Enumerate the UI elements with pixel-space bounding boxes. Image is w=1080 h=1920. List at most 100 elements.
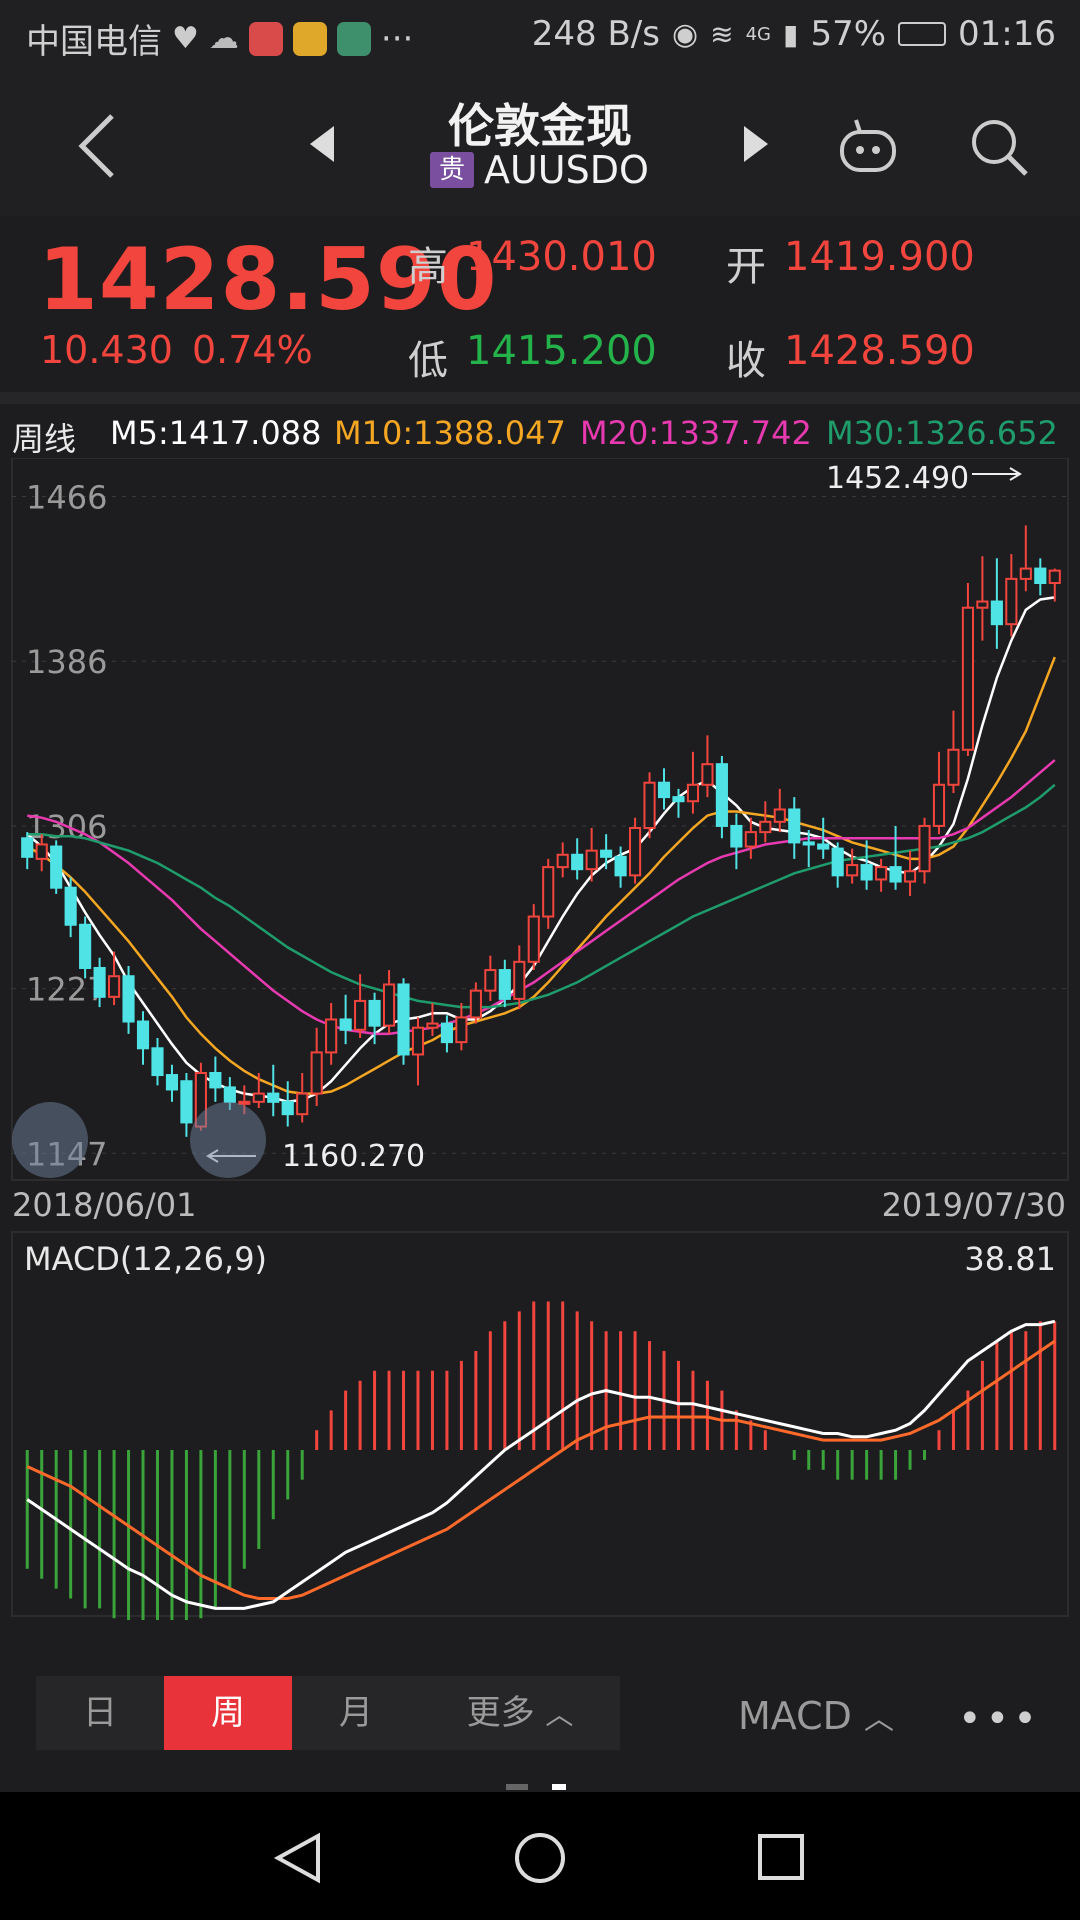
weibo-icon xyxy=(248,21,283,56)
candlestick-chart[interactable]: 146613861306122711471452.4901160.270 xyxy=(0,458,1080,1184)
indicator-selector[interactable]: MACD ︿ xyxy=(738,1694,894,1738)
health-icon: ♥ xyxy=(172,21,199,56)
candle xyxy=(932,783,946,827)
price-change-pct: 0.74% xyxy=(192,328,313,372)
candle xyxy=(715,763,728,827)
chart-frame xyxy=(11,458,1069,1181)
signal-icon: ▮ xyxy=(783,17,799,51)
candle xyxy=(209,1072,222,1089)
candle xyxy=(165,1074,179,1091)
candle xyxy=(947,748,960,786)
candle xyxy=(1048,569,1061,584)
open-value: 1419.900 xyxy=(784,234,975,280)
chrome-icon xyxy=(336,21,371,56)
candle xyxy=(672,796,685,803)
open-label: 开 xyxy=(726,244,766,290)
candle xyxy=(79,923,92,970)
tab-more-label: 更多 xyxy=(466,1693,535,1733)
next-instrument-icon[interactable] xyxy=(744,126,768,162)
page-title: 伦敦金现 xyxy=(448,99,632,153)
close-label: 收 xyxy=(726,338,766,384)
candle xyxy=(846,864,859,877)
instrument-code: AUUSDO xyxy=(484,148,649,192)
nav-back-icon[interactable] xyxy=(272,1832,328,1884)
page-indicator xyxy=(506,1784,566,1790)
candle xyxy=(643,781,656,829)
robot-assistant-icon[interactable] xyxy=(836,116,900,176)
candle xyxy=(773,808,786,823)
candle xyxy=(556,853,569,869)
chevron-up-icon: ︿ xyxy=(545,1698,574,1731)
high-label: 高 xyxy=(408,244,448,290)
search-icon[interactable] xyxy=(964,112,1034,182)
ma-line-m5 xyxy=(26,596,1055,1104)
tab-day[interactable]: 日 xyxy=(36,1676,164,1750)
ma-line-m20 xyxy=(27,759,1056,1036)
low-value: 1415.200 xyxy=(466,328,657,374)
candle xyxy=(686,783,700,803)
candle xyxy=(527,915,540,963)
ma-legend: 周线 M5:1417.088 M10:1388.047 M20:1337.742… xyxy=(0,414,1080,458)
candle xyxy=(426,1022,439,1029)
candle xyxy=(585,849,598,871)
candle xyxy=(976,600,989,609)
candle xyxy=(281,1100,294,1116)
macd-chart[interactable] xyxy=(0,1228,1080,1620)
more-options-icon[interactable]: ••• xyxy=(958,1696,1041,1742)
nav-home-icon[interactable] xyxy=(512,1830,568,1886)
nav-recents-icon[interactable] xyxy=(756,1832,806,1882)
candle xyxy=(223,1086,236,1103)
system-nav-bar xyxy=(0,1792,1080,1920)
candle xyxy=(122,975,135,1023)
candle xyxy=(238,1100,251,1105)
more-notifications-icon: ··· xyxy=(380,18,414,59)
quote-panel: 1428.590 10.430 0.74% 高 1430.010 低 1415.… xyxy=(0,216,1080,388)
app-header: 伦敦金现 贵 AUUSDO xyxy=(0,76,1080,216)
candle xyxy=(990,600,1003,626)
candle xyxy=(50,845,63,889)
ma10-label: M10:1388.047 xyxy=(334,414,566,452)
candle xyxy=(730,824,743,848)
eye-icon: ◉ xyxy=(671,16,699,52)
status-bar: 中国电信 ♥ ☁ ··· 248 B/s ◉ ≋ 4G ▮ 57% 01:16 xyxy=(0,0,1080,76)
mail-icon xyxy=(292,21,327,56)
candle xyxy=(354,999,367,1031)
candle xyxy=(93,967,106,998)
carrier-label: 中国电信 xyxy=(26,22,162,62)
candle xyxy=(310,1051,323,1095)
candle xyxy=(744,831,757,848)
max-price-label: 1452.490 xyxy=(826,461,969,496)
candle xyxy=(918,824,931,873)
end-date: 2019/07/30 xyxy=(881,1186,1066,1224)
candle xyxy=(802,841,815,846)
candle xyxy=(296,1092,309,1116)
candle xyxy=(108,975,121,998)
cloud-icon: ☁ xyxy=(208,21,239,56)
candle xyxy=(788,808,801,844)
wifi-icon: ≋ xyxy=(710,17,734,51)
candle xyxy=(180,1080,193,1124)
period-label: 周线 xyxy=(12,420,77,458)
ma5-label: M5:1417.088 xyxy=(110,414,322,452)
y-tick-label: 1386 xyxy=(26,643,107,681)
period-tabs: 日 周 月 更多 ︿ xyxy=(36,1676,620,1750)
candle xyxy=(368,999,381,1027)
candle xyxy=(817,843,830,850)
low-label: 低 xyxy=(408,338,448,384)
candle xyxy=(267,1092,280,1103)
candle xyxy=(1019,567,1032,580)
tab-week[interactable]: 周 xyxy=(164,1676,292,1750)
category-badge: 贵 xyxy=(430,152,474,188)
candle xyxy=(252,1092,265,1103)
section-divider xyxy=(0,392,1080,404)
candle xyxy=(614,855,627,877)
collapse-fab xyxy=(12,1102,88,1178)
tab-more[interactable]: 更多 ︿ xyxy=(420,1676,620,1750)
high-value: 1430.010 xyxy=(466,234,657,280)
candle xyxy=(831,847,844,877)
start-date: 2018/06/01 xyxy=(12,1186,197,1224)
tab-month[interactable]: 月 xyxy=(292,1676,420,1750)
candle xyxy=(875,866,888,881)
candle xyxy=(1034,567,1047,584)
chevron-up-icon: ︿ xyxy=(864,1702,895,1737)
